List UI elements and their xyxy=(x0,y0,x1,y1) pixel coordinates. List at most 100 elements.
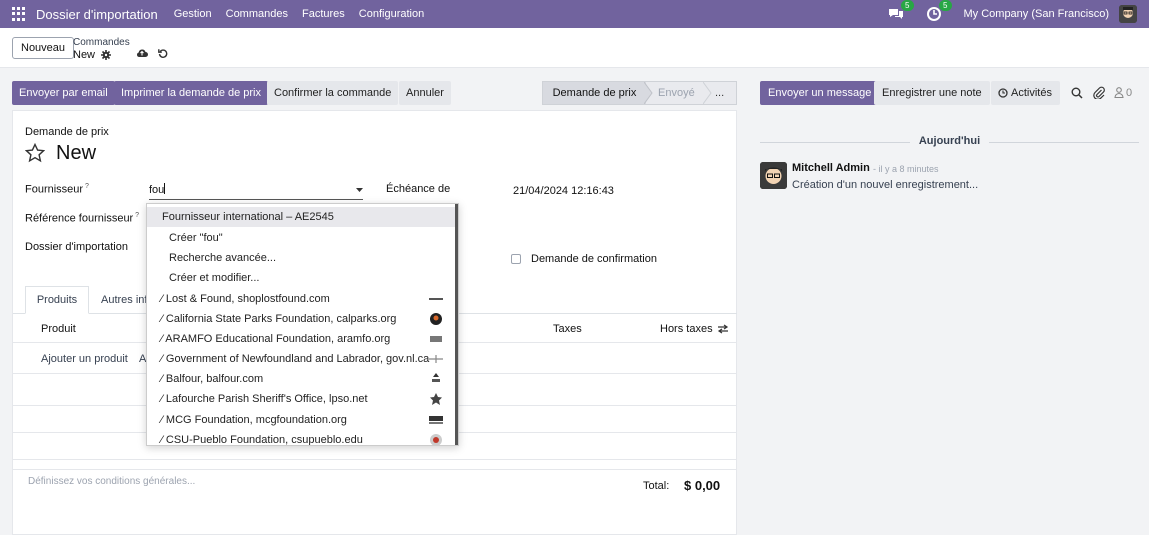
col-product[interactable]: Produit xyxy=(41,323,76,335)
dropdown-search-more[interactable]: Recherche avancée... xyxy=(147,248,457,268)
vendor-label: Fournisseur ? xyxy=(25,183,89,196)
column-options-icon[interactable] xyxy=(717,324,729,334)
col-excl-tax[interactable]: Hors taxes xyxy=(660,323,713,335)
company-logo-icon xyxy=(429,298,443,300)
vendor-input[interactable]: fou xyxy=(149,183,363,200)
total-label: Total: xyxy=(643,480,670,492)
dropdown-enrich-item[interactable]: ⁄ MCG Foundation, mcgfoundation.org xyxy=(147,410,457,430)
discuss-icon[interactable]: 5 xyxy=(888,0,914,22)
terms-input[interactable]: Définissez vos conditions générales... xyxy=(28,476,195,487)
paperclip-icon[interactable] xyxy=(1093,86,1105,99)
message-author-avatar[interactable] xyxy=(760,162,787,189)
vendor-ref-label: Référence fournisseur ? xyxy=(25,212,140,225)
apps-menu-icon[interactable] xyxy=(12,7,26,21)
company-logo-icon xyxy=(429,355,443,363)
message-time: - il y a 8 minutes xyxy=(873,164,939,174)
magic-wand-icon: ⁄ xyxy=(161,313,163,325)
company-logo-icon xyxy=(430,434,442,445)
dropdown-enrich-label: California State Parks Foundation, calpa… xyxy=(165,313,397,325)
gear-icon[interactable] xyxy=(101,50,112,60)
confirm-order-button[interactable]: Confirmer la commande xyxy=(267,81,399,105)
magic-wand-icon: ⁄ xyxy=(161,434,163,446)
dropdown-enrich-item[interactable]: ⁄ Lost & Found, shoplostfound.com xyxy=(147,289,457,309)
cloud-upload-icon[interactable] xyxy=(136,48,148,58)
tab-other-info[interactable]: Autres inf xyxy=(101,294,147,306)
print-rfq-button[interactable]: Imprimer la demande de prix xyxy=(114,81,269,105)
company-switcher[interactable]: My Company (San Francisco) xyxy=(964,8,1110,20)
dropdown-enrich-label: MCG Foundation, mcgfoundation.org xyxy=(165,414,347,426)
dropdown-option-vendor[interactable]: Fournisseur international – AE2545 xyxy=(147,207,457,227)
discuss-badge: 5 xyxy=(901,0,914,11)
breadcrumb: Commandes New xyxy=(73,37,130,61)
add-product-link[interactable]: Ajouter un produit xyxy=(41,353,128,365)
deadline-label: Échéance de xyxy=(386,183,451,195)
star-favorite-icon[interactable] xyxy=(25,143,45,163)
followers-icon[interactable] xyxy=(1114,87,1124,98)
dropdown-enrich-item[interactable]: ⁄ California State Parks Foundation, cal… xyxy=(147,309,457,329)
caret-down-icon[interactable] xyxy=(356,188,363,193)
log-note-button[interactable]: Enregistrer une note xyxy=(874,81,990,105)
magic-wand-icon: ⁄ xyxy=(161,373,163,385)
cancel-button[interactable]: Annuler xyxy=(399,81,451,105)
status-bar: Demande de prix Envoyé ... xyxy=(542,81,737,105)
menu-configuration[interactable]: Configuration xyxy=(359,8,424,20)
confirm-request-label: Demande de confirmation xyxy=(531,253,657,265)
activity-badge: 5 xyxy=(939,0,952,11)
magic-wand-icon: ⁄ xyxy=(161,293,163,305)
menu-factures[interactable]: Factures xyxy=(302,8,345,20)
confirm-request-checkbox[interactable] xyxy=(511,254,521,264)
dropdown-enrich-item[interactable]: ⁄ Balfour, balfour.com xyxy=(147,369,457,389)
activities-label: Activités xyxy=(1011,87,1052,99)
search-icon[interactable] xyxy=(1071,87,1083,99)
import-file-label: Dossier d'importation xyxy=(25,241,128,253)
dropdown-enrich-item[interactable]: ⁄ CSU-Pueblo Foundation, csupueblo.edu xyxy=(147,430,457,446)
send-message-button[interactable]: Envoyer un message xyxy=(760,81,880,105)
company-logo-icon xyxy=(430,336,442,342)
activity-clock-icon[interactable]: 5 xyxy=(926,0,952,22)
control-panel: Nouveau Commandes New xyxy=(0,28,1149,68)
dropdown-enrich-item[interactable]: ⁄ Government of Newfoundland and Labrado… xyxy=(147,349,457,369)
message-body: Création d'un nouvel enregistrement... xyxy=(792,179,979,191)
dropdown-create-edit[interactable]: Créer et modifier... xyxy=(147,268,457,288)
dropdown-enrich-item[interactable]: ⁄ ARAMFO Educational Foundation, aramfo.… xyxy=(147,329,457,349)
dropdown-enrich-label: CSU-Pueblo Foundation, csupueblo.edu xyxy=(165,434,363,446)
company-logo-icon xyxy=(429,416,443,424)
record-name: New xyxy=(56,142,97,164)
deadline-value[interactable]: 21/04/2024 12:16:43 xyxy=(513,185,614,197)
stage-more[interactable]: ... xyxy=(715,82,735,104)
magic-wand-icon: ⁄ xyxy=(161,353,163,365)
dropdown-scrollbar[interactable] xyxy=(455,204,458,445)
magic-wand-icon: ⁄ xyxy=(161,414,163,426)
activities-button[interactable]: Activités xyxy=(991,81,1060,105)
stage-sent[interactable]: Envoyé xyxy=(658,82,708,104)
vendor-ref-label-text: Référence fournisseur xyxy=(25,212,134,225)
dropdown-enrich-label: ARAMFO Educational Foundation, aramfo.or… xyxy=(165,333,391,345)
company-logo-icon xyxy=(430,393,442,405)
breadcrumb-parent[interactable]: Commandes xyxy=(73,37,130,49)
send-email-button[interactable]: Envoyer par email xyxy=(12,81,115,105)
breadcrumb-current-label: New xyxy=(73,49,96,61)
menu-gestion[interactable]: Gestion xyxy=(174,8,212,20)
followers-count[interactable]: 0 xyxy=(1126,87,1132,99)
company-logo-icon xyxy=(430,313,442,325)
user-avatar[interactable] xyxy=(1119,5,1137,23)
menu-commandes[interactable]: Commandes xyxy=(226,8,288,20)
dropdown-create-quick[interactable]: Créer "fou" xyxy=(147,228,457,248)
record-save-icons xyxy=(136,48,168,58)
col-taxes[interactable]: Taxes xyxy=(553,323,582,335)
magic-wand-icon: ⁄ xyxy=(161,333,163,345)
dropdown-enrich-label: Government of Newfoundland and Labrador,… xyxy=(165,353,430,365)
vendor-label-text: Fournisseur xyxy=(25,183,84,196)
dropdown-enrich-item[interactable]: ⁄ Lafourche Parish Sheriff's Office, lps… xyxy=(147,389,457,409)
discard-undo-icon[interactable] xyxy=(158,48,168,58)
company-logo-icon xyxy=(432,373,440,382)
new-button[interactable]: Nouveau xyxy=(12,37,75,59)
tab-products[interactable]: Produits xyxy=(25,286,89,314)
stage-rfq[interactable]: Demande de prix xyxy=(543,82,646,104)
dropdown-enrich-label: Lafourche Parish Sheriff's Office, lpso.… xyxy=(165,393,368,405)
app-title[interactable]: Dossier d'importation xyxy=(36,7,158,22)
date-divider-label: Aujourd'hui xyxy=(918,135,981,147)
magic-wand-icon: ⁄ xyxy=(161,393,163,405)
message-author[interactable]: Mitchell Admin xyxy=(792,162,870,174)
date-divider-right xyxy=(989,142,1139,143)
